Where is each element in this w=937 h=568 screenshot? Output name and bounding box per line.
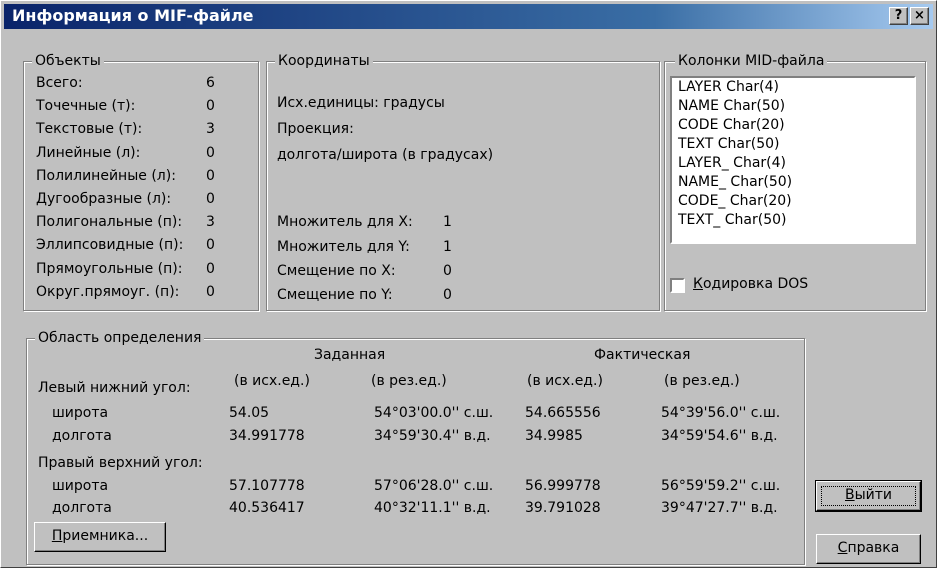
mult-x-value: 1 bbox=[443, 214, 452, 230]
extent-value-actual-res: 56°59'59.2'' с.ш. bbox=[661, 478, 781, 494]
list-item[interactable]: NAME_ Char(50) bbox=[672, 173, 914, 192]
extent-value-given-res: 57°06'28.0'' с.ш. bbox=[374, 478, 494, 494]
projection-label: Проекция: bbox=[277, 121, 354, 137]
extent-value-given-src: 34.991778 bbox=[229, 428, 305, 444]
object-count-value: 0 bbox=[206, 167, 215, 184]
actual-res-units: (в рез.ед.) bbox=[664, 373, 740, 389]
extent-value-given-src: 54.05 bbox=[229, 405, 270, 421]
actual-src-units: (в исх.ед.) bbox=[527, 373, 603, 389]
object-count-label: Прямоугольные (п): bbox=[36, 260, 183, 277]
list-item[interactable]: TEXT Char(50) bbox=[672, 135, 914, 154]
object-count-value: 0 bbox=[206, 237, 215, 254]
object-count-value: 6 bbox=[206, 75, 215, 91]
mult-x-label: Множитель для X: bbox=[277, 214, 413, 230]
object-count-label: Всего: bbox=[36, 75, 83, 91]
given-src-units: (в исх.ед.) bbox=[234, 373, 310, 389]
object-count-label: Точечные (т): bbox=[36, 98, 136, 115]
close-button[interactable]: × bbox=[910, 7, 929, 25]
mult-y-label: Множитель для Y: bbox=[277, 239, 410, 255]
receiver-button[interactable]: Приемника... bbox=[34, 522, 166, 552]
ur-lat-label: широта bbox=[52, 478, 109, 494]
extent-value-actual-src: 39.791028 bbox=[525, 500, 601, 516]
object-count-value: 0 bbox=[206, 260, 215, 277]
object-count-label: Линейные (л): bbox=[36, 144, 141, 161]
list-item[interactable]: LAYER Char(4) bbox=[672, 78, 914, 97]
mid-columns-legend: Колонки MID-файла bbox=[675, 52, 828, 70]
shift-y-value: 0 bbox=[443, 287, 452, 303]
extent-value-given-res: 34°59'30.4'' в.д. bbox=[374, 428, 491, 444]
list-item[interactable]: TEXT_ Char(50) bbox=[672, 211, 914, 230]
extent-legend: Область определения bbox=[35, 329, 205, 347]
extent-value-actual-res: 54°39'56.0'' с.ш. bbox=[661, 405, 781, 421]
window-title: Информация о MIF-файле bbox=[12, 6, 254, 25]
ll-lon-label: долгота bbox=[52, 428, 112, 444]
shift-x-value: 0 bbox=[443, 263, 452, 279]
extent-value-actual-src: 54.665556 bbox=[525, 405, 601, 421]
help-title-button[interactable]: ? bbox=[889, 7, 908, 25]
list-item[interactable]: LAYER_ Char(4) bbox=[672, 154, 914, 173]
object-count-label: Полигональные (п): bbox=[36, 214, 183, 231]
coords-legend: Координаты bbox=[275, 52, 373, 70]
lower-left-label: Левый нижний угол: bbox=[38, 380, 191, 396]
list-item[interactable]: CODE_ Char(20) bbox=[672, 192, 914, 211]
mid-columns-list[interactable]: LAYER Char(4) NAME Char(50) CODE Char(20) T… bbox=[670, 76, 916, 244]
given-res-units: (в рез.ед.) bbox=[371, 373, 447, 389]
object-count-value: 0 bbox=[206, 283, 215, 300]
extent-value-actual-res: 39°47'27.7'' в.д. bbox=[661, 500, 778, 516]
extent-value-actual-src: 34.9985 bbox=[525, 428, 583, 444]
shift-y-label: Смещение по Y: bbox=[277, 287, 393, 303]
object-count-label: Текстовые (т): bbox=[36, 121, 143, 138]
extent-value-actual-src: 56.999778 bbox=[525, 478, 601, 494]
given-header: Заданная bbox=[314, 347, 386, 363]
objects-legend: Объекты bbox=[32, 52, 104, 70]
extent-value-given-src: 57.107778 bbox=[229, 478, 305, 494]
object-count-label: Полилинейные (л): bbox=[36, 167, 176, 184]
dos-encoding-checkbox[interactable] bbox=[670, 278, 685, 293]
actual-header: Фактическая bbox=[594, 347, 691, 363]
source-units: Исх.единицы: градусы bbox=[277, 95, 445, 111]
projection-value: долгота/широта (в градусах) bbox=[277, 147, 494, 163]
extent-value-given-src: 40.536417 bbox=[229, 500, 305, 516]
close-icon: × bbox=[914, 8, 925, 23]
mult-y-value: 1 bbox=[443, 239, 452, 255]
mif-info-dialog: Информация о MIF-файле ? × Объекты Коорд… bbox=[0, 0, 937, 568]
title-bar[interactable]: Информация о MIF-файле ? × bbox=[4, 4, 933, 29]
object-count-value: 0 bbox=[206, 144, 215, 161]
help-button[interactable]: Справка bbox=[816, 534, 921, 564]
upper-right-label: Правый верхний угол: bbox=[38, 455, 203, 471]
object-count-value: 3 bbox=[206, 121, 215, 138]
extent-value-given-res: 54°03'00.0'' с.ш. bbox=[374, 405, 494, 421]
dos-encoding-label[interactable]: Кодировка DOS bbox=[693, 275, 808, 293]
object-count-value: 0 bbox=[206, 98, 215, 115]
extent-value-given-res: 40°32'11.1'' в.д. bbox=[374, 500, 491, 516]
object-count-value: 0 bbox=[206, 191, 215, 207]
shift-x-label: Смещение по X: bbox=[277, 263, 396, 279]
exit-button[interactable]: Выйти bbox=[815, 480, 922, 512]
list-item[interactable]: CODE Char(20) bbox=[672, 116, 914, 135]
extent-value-actual-res: 34°59'54.6'' в.д. bbox=[661, 428, 778, 444]
object-count-label: Эллипсовидные (п): bbox=[36, 237, 184, 254]
ur-lon-label: долгота bbox=[52, 500, 112, 516]
object-count-label: Дугообразные (л): bbox=[36, 191, 172, 207]
object-count-value: 3 bbox=[206, 214, 215, 231]
object-count-label: Округ.прямоуг. (п): bbox=[36, 283, 180, 300]
ll-lat-label: широта bbox=[52, 405, 109, 421]
list-item[interactable]: NAME Char(50) bbox=[672, 97, 914, 116]
